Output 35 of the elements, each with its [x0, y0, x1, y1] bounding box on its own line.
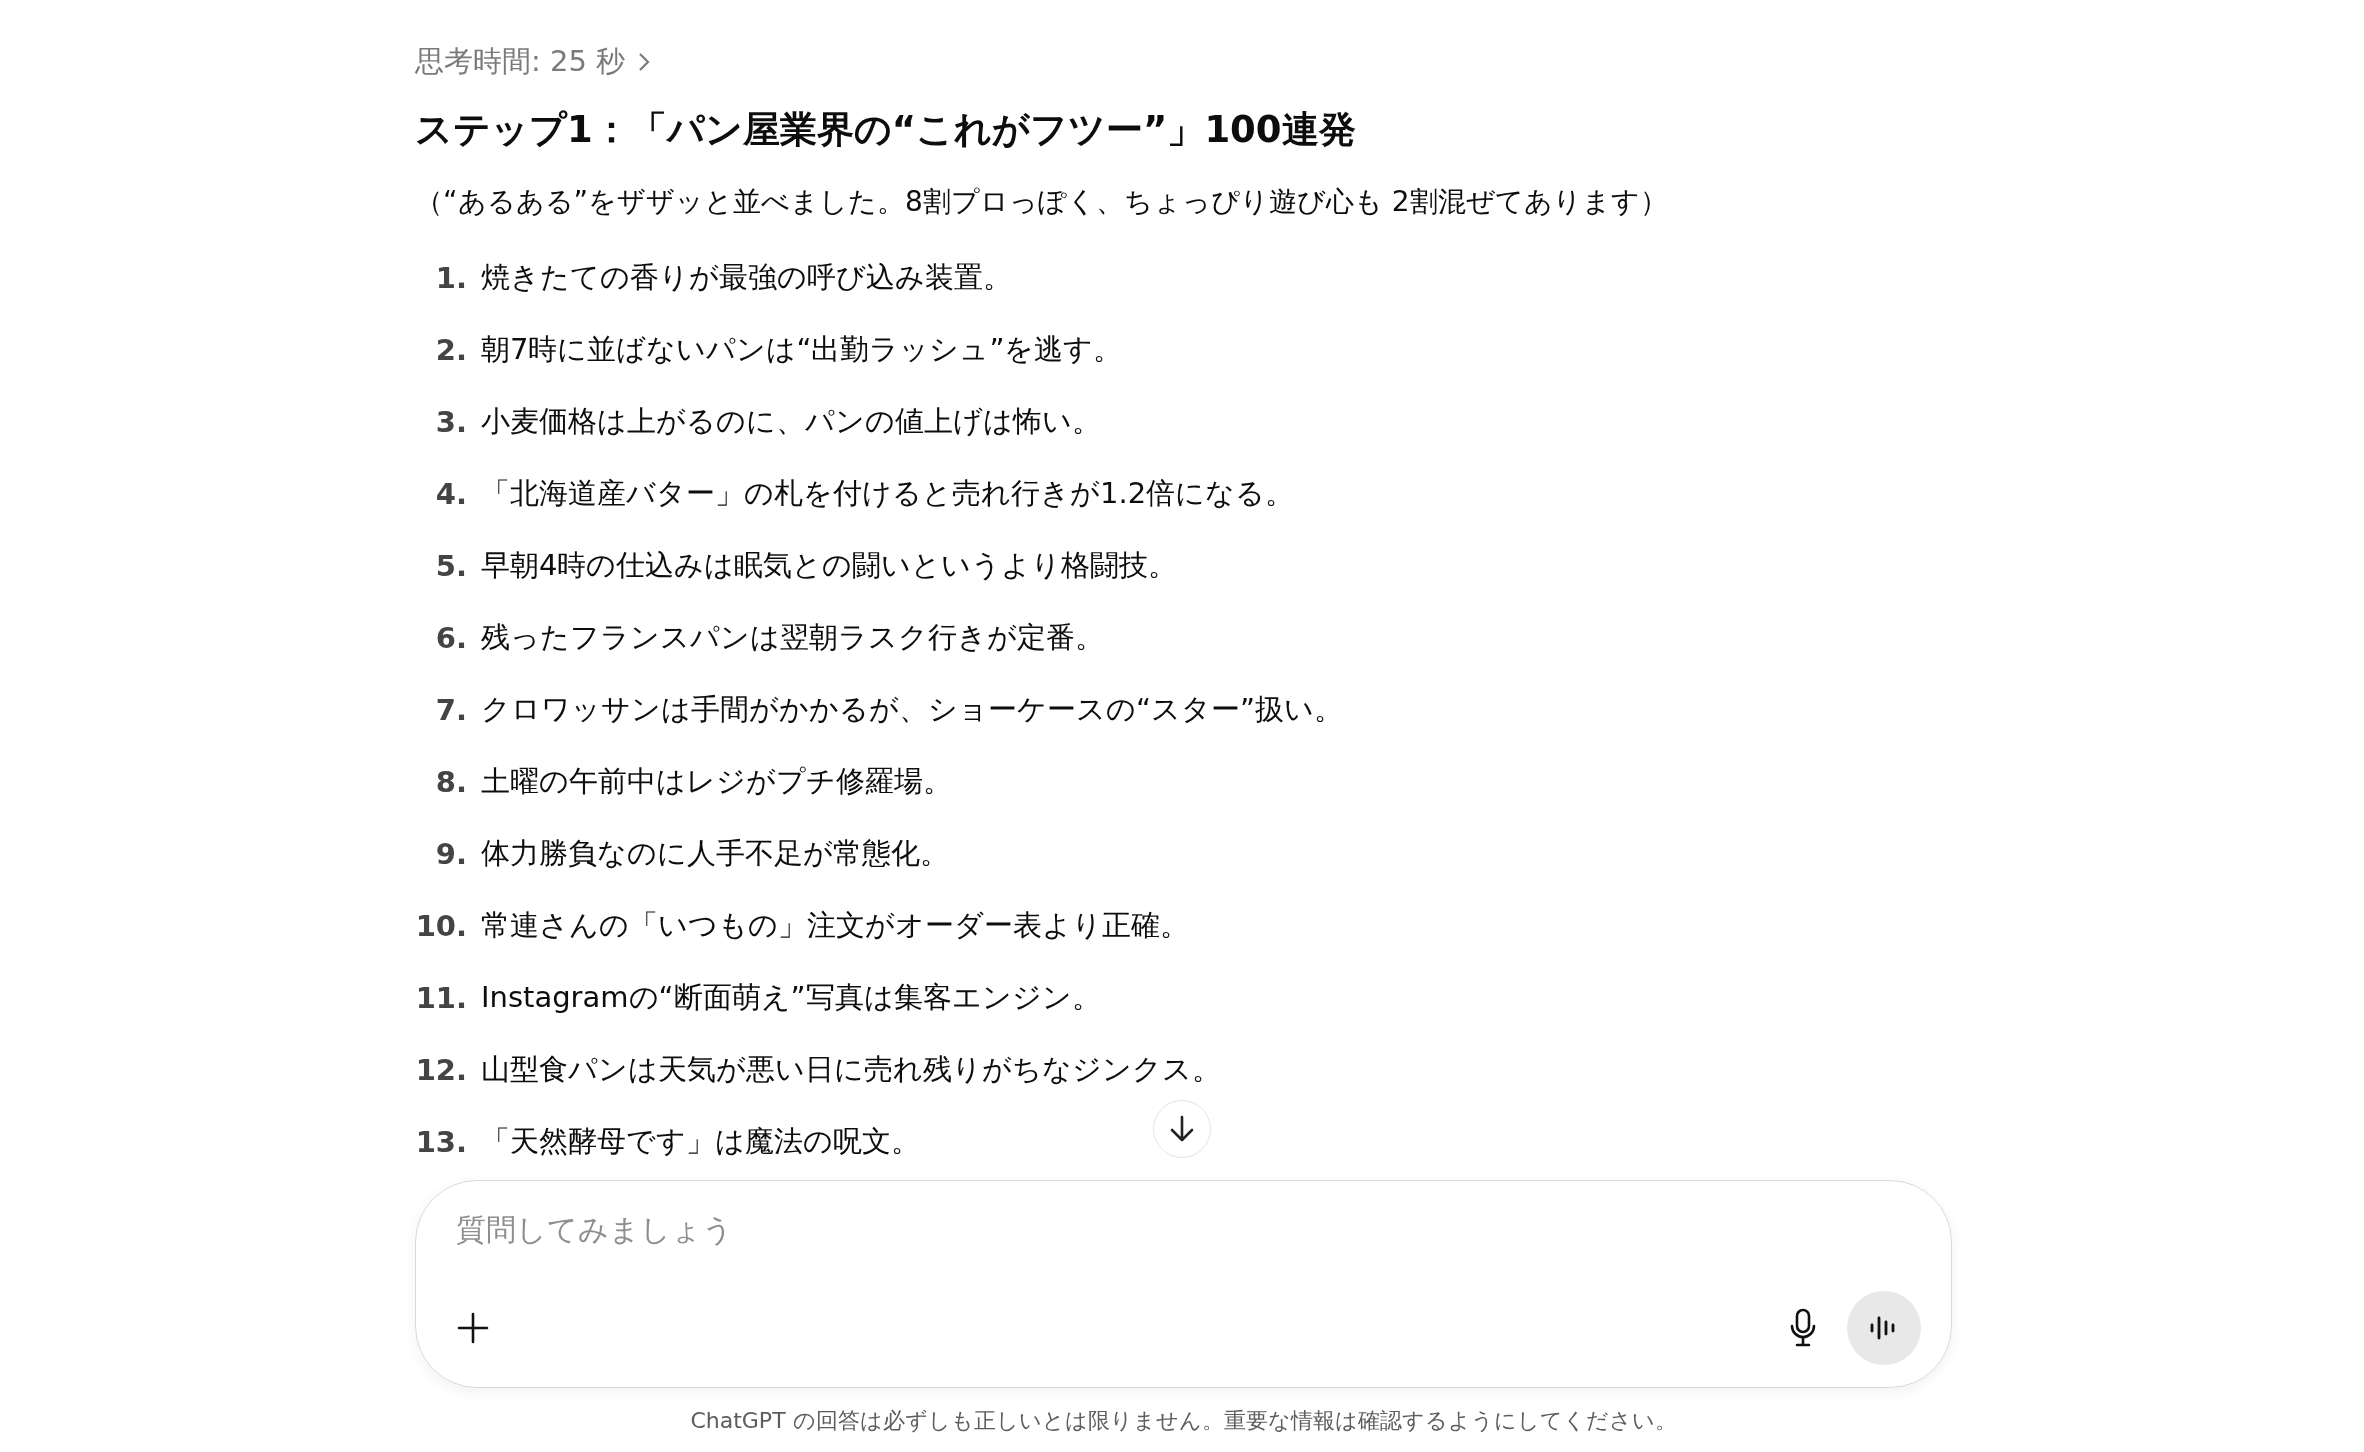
list-item-text: 山型食パンは天気が悪い日に売れ残りがちなジンクス。: [481, 1051, 1221, 1088]
list-number: 9.: [434, 837, 468, 871]
list-number: 11.: [415, 981, 468, 1015]
intro-text: （“あるある”をザザッと並べました。8割プロっぽく、ちょっぴり遊び心も 2割混ぜてあります）: [415, 184, 1669, 220]
list-item-text: 小麦価格は上がるのに、パンの値上げは怖い。: [481, 403, 1101, 440]
microphone-icon: [1789, 1308, 1817, 1348]
list-number: 4.: [434, 477, 468, 511]
thinking-time-toggle[interactable]: 思考時間: 25 秒: [415, 42, 654, 82]
list-item-text: 体力勝負なのに人手不足が常態化。: [481, 835, 949, 872]
list-number: 13.: [415, 1125, 468, 1159]
list-number: 7.: [434, 693, 468, 727]
list-number: 3.: [434, 405, 468, 439]
list-number: 12.: [415, 1053, 468, 1087]
plus-icon: [456, 1311, 490, 1345]
list-item-text: 残ったフランスパンは翌朝ラスク行きが定番。: [481, 619, 1104, 656]
list-item-text: 早朝4時の仕込みは眠気との闘いというより格闘技。: [481, 547, 1178, 584]
list-item-text: Instagramの“断面萌え”写真は集客エンジン。: [481, 979, 1101, 1016]
message-input[interactable]: 質問してみましょう: [456, 1207, 1556, 1251]
list-item-text: 常連さんの「いつもの」注文がオーダー表より正確。: [481, 907, 1189, 944]
section-heading: ステップ1：「パン屋業界の“これがフツー”」100連発: [415, 107, 1357, 153]
list-number: 10.: [415, 909, 468, 943]
microphone-button[interactable]: [1789, 1308, 1817, 1348]
disclaimer-text: ChatGPT の回答は必ずしも正しいとは限りません。重要な情報は確認するようにしてください。: [689, 1407, 1678, 1435]
list-number: 5.: [434, 549, 468, 583]
list-number: 2.: [434, 333, 468, 367]
list-number: 6.: [434, 621, 468, 655]
list-item-text: 土曜の午前中はレジがプチ修羅場。: [481, 763, 952, 800]
list-number: 8.: [434, 765, 468, 799]
add-button[interactable]: [456, 1311, 490, 1345]
list-item-text: 「天然酵母です」は魔法の呪文。: [481, 1123, 920, 1160]
list-number: 1.: [434, 261, 468, 295]
list-item-text: 焼きたての香りが最強の呼び込み装置。: [481, 259, 1012, 296]
list-item-text: 「北海道産バター」の札を付けると売れ行きが1.2倍になる。: [481, 475, 1295, 512]
list-item-text: 朝7時に並ばないパンは“出勤ラッシュ”を逃す。: [481, 331, 1123, 368]
list-item-text: クロワッサンは手間がかかるが、ショーケースの“スター”扱い。: [481, 691, 1344, 728]
